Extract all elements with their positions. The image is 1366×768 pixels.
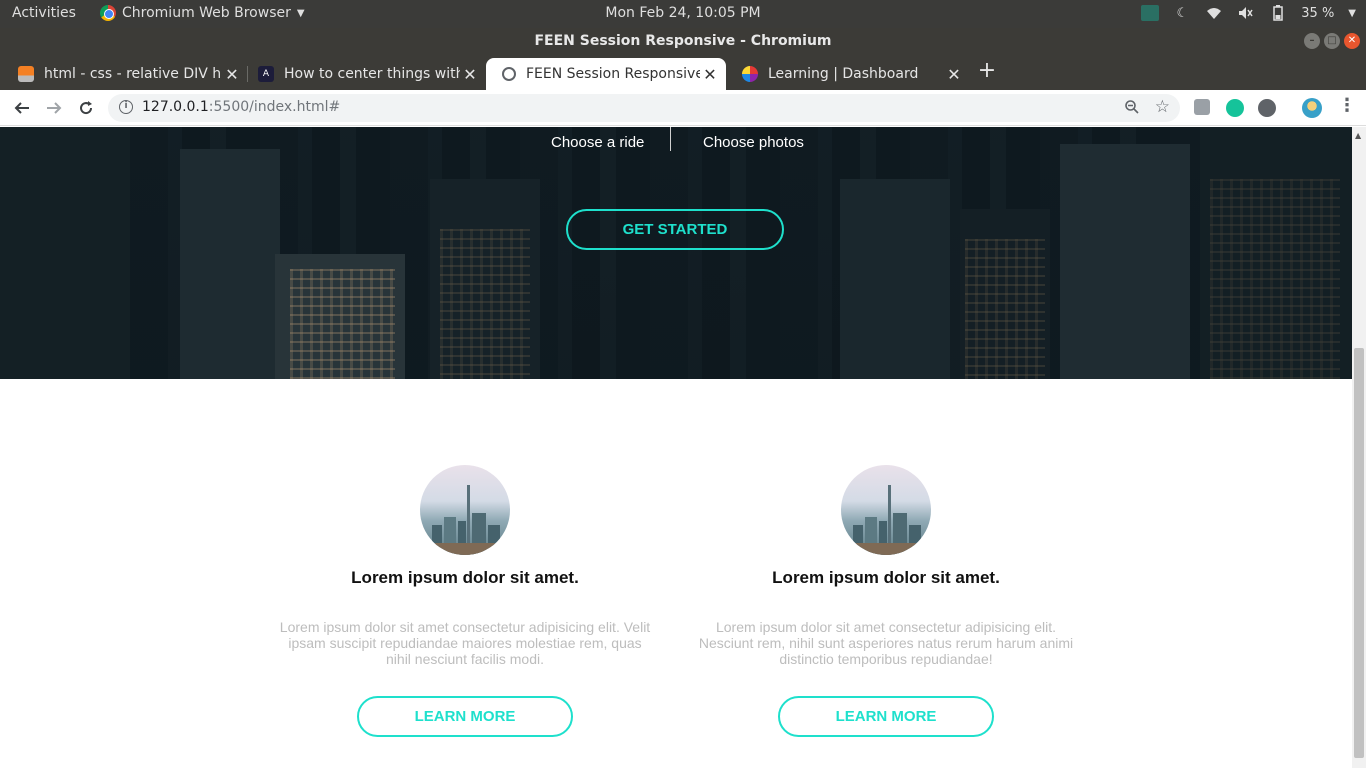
tab-strip: html - css - relative DIV ha ✕ A How to … bbox=[0, 54, 1366, 90]
close-tab-icon[interactable]: ✕ bbox=[944, 65, 964, 84]
battery-percent: 35 % bbox=[1301, 5, 1335, 21]
bookmark-star-icon[interactable]: ☆ bbox=[1155, 97, 1170, 117]
card-title: Lorem ipsum dolor sit amet. bbox=[351, 568, 579, 587]
zoom-icon[interactable] bbox=[1124, 99, 1140, 119]
get-started-button[interactable]: GET STARTED bbox=[566, 209, 784, 250]
card-body: Lorem ipsum dolor sit amet consectetur a… bbox=[279, 619, 651, 667]
battery-icon[interactable] bbox=[1269, 4, 1287, 22]
city-thumbnail-image bbox=[841, 465, 931, 555]
new-tab-button[interactable]: + bbox=[976, 58, 998, 86]
page-scrollbar[interactable]: ▲ bbox=[1352, 127, 1366, 768]
window-title: FEEN Session Responsive - Chromium bbox=[534, 33, 832, 49]
system-top-bar: Activities Chromium Web Browser ▼ Mon Fe… bbox=[0, 0, 1366, 28]
reload-button[interactable] bbox=[75, 97, 97, 119]
close-tab-icon[interactable]: ✕ bbox=[700, 65, 720, 84]
learning-icon bbox=[742, 66, 758, 82]
grammarly-icon[interactable] bbox=[1226, 99, 1244, 117]
compass-extension-icon[interactable] bbox=[1258, 99, 1276, 117]
learn-more-button[interactable]: LEARN MORE bbox=[778, 696, 994, 737]
forward-button[interactable] bbox=[43, 97, 65, 119]
tab-title: Learning | Dashboard bbox=[768, 66, 919, 82]
nav-link-choose-photos[interactable]: Choose photos bbox=[703, 134, 804, 151]
learn-more-button[interactable]: LEARN MORE bbox=[357, 696, 573, 737]
hero-section: Choose a ride Choose photos GET STARTED bbox=[0, 127, 1352, 379]
feature-card: Lorem ipsum dolor sit amet. Lorem ipsum … bbox=[275, 465, 655, 737]
chromium-icon bbox=[100, 5, 116, 21]
card-title: Lorem ipsum dolor sit amet. bbox=[772, 568, 1000, 587]
close-tab-icon[interactable]: ✕ bbox=[222, 65, 242, 84]
site-info-icon[interactable]: i bbox=[119, 100, 133, 114]
stackoverflow-icon bbox=[18, 66, 34, 82]
wifi-icon[interactable] bbox=[1205, 4, 1223, 22]
tab[interactable]: html - css - relative DIV ha ✕ bbox=[2, 58, 248, 90]
maximize-button[interactable]: □ bbox=[1324, 33, 1340, 49]
scrollbar-thumb[interactable] bbox=[1354, 348, 1364, 758]
back-button[interactable] bbox=[11, 97, 33, 119]
tab-title: How to center things with bbox=[284, 66, 460, 82]
extension-icon[interactable] bbox=[1194, 99, 1210, 115]
tab[interactable]: A How to center things with ✕ bbox=[242, 58, 486, 90]
minimize-button[interactable]: – bbox=[1304, 33, 1320, 49]
address-bar[interactable]: i 127.0.0.1:5500/index.html# ☆ bbox=[108, 94, 1180, 122]
feature-card: Lorem ipsum dolor sit amet. Lorem ipsum … bbox=[696, 465, 1076, 737]
app-name: Chromium Web Browser bbox=[122, 5, 291, 21]
window-title-bar: FEEN Session Responsive - Chromium – □ ✕ bbox=[0, 28, 1366, 54]
tab[interactable]: Learning | Dashboard ✕ bbox=[726, 58, 970, 90]
browser-menu-icon[interactable]: ⋮ bbox=[1338, 97, 1356, 115]
tab-active[interactable]: FEEN Session Responsive ✕ bbox=[486, 58, 726, 90]
url-text[interactable]: 127.0.0.1:5500/index.html# bbox=[142, 99, 340, 115]
tab-title: FEEN Session Responsive bbox=[526, 66, 700, 82]
browser-toolbar: i 127.0.0.1:5500/index.html# ☆ ⋮ bbox=[0, 90, 1366, 126]
volume-icon[interactable] bbox=[1237, 4, 1255, 22]
nav-link-choose-ride[interactable]: Choose a ride bbox=[551, 134, 644, 151]
globe-icon bbox=[502, 67, 516, 81]
close-tab-icon[interactable]: ✕ bbox=[460, 65, 480, 84]
screen-icon[interactable] bbox=[1141, 5, 1160, 21]
scroll-up-arrow-icon[interactable]: ▲ bbox=[1355, 131, 1361, 140]
system-menu-arrow-icon[interactable]: ▼ bbox=[1348, 8, 1356, 19]
close-window-button[interactable]: ✕ bbox=[1344, 33, 1360, 49]
activities-button[interactable]: Activities bbox=[12, 5, 76, 21]
night-light-icon[interactable]: ☾ bbox=[1173, 4, 1191, 22]
page-viewport: Choose a ride Choose photos GET STARTED … bbox=[0, 127, 1352, 768]
system-tray[interactable]: ☾ 35 % ▼ bbox=[1141, 4, 1356, 22]
city-thumbnail-image bbox=[420, 465, 510, 555]
angular-icon: A bbox=[258, 66, 274, 82]
tab-title: html - css - relative DIV ha bbox=[44, 66, 222, 82]
chevron-down-icon: ▼ bbox=[296, 7, 305, 19]
card-body: Lorem ipsum dolor sit amet consectetur a… bbox=[698, 619, 1074, 667]
profile-avatar[interactable] bbox=[1302, 98, 1322, 118]
nav-divider bbox=[670, 127, 671, 151]
app-menu[interactable]: Chromium Web Browser ▼ bbox=[100, 5, 305, 21]
